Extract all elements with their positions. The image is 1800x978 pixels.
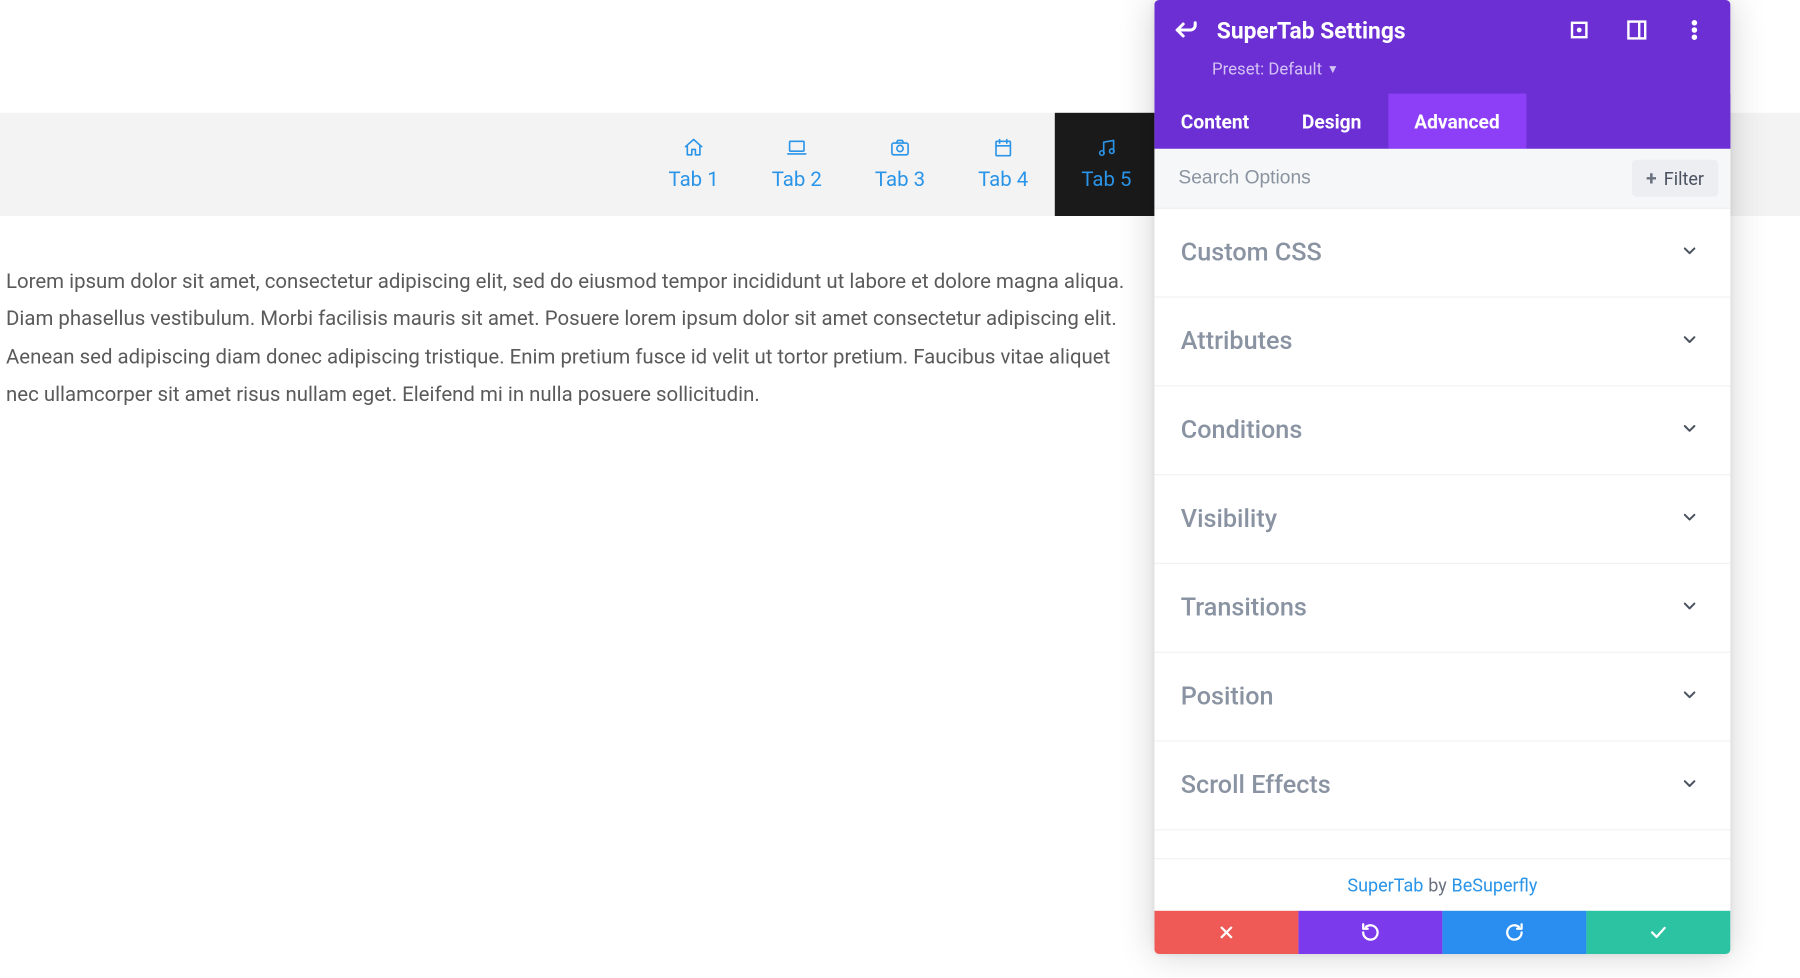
panel-header: SuperTab Settings Preset: Default ▼ Cont… (1154, 0, 1730, 149)
settings-panel: SuperTab Settings Preset: Default ▼ Cont… (1154, 0, 1730, 954)
section-label: Transitions (1181, 593, 1307, 622)
plus-icon: + (1646, 167, 1656, 190)
preset-label: Preset: Default (1212, 60, 1322, 79)
chevron-down-icon (1680, 685, 1699, 709)
filter-label: Filter (1664, 167, 1704, 189)
music-icon (1096, 137, 1118, 159)
section-label: Attributes (1181, 327, 1293, 356)
section-row[interactable]: Visibility (1154, 475, 1730, 564)
page-tab-label: Tab 1 (669, 168, 719, 192)
chevron-down-icon (1680, 329, 1699, 353)
back-button[interactable] (1171, 16, 1200, 45)
section-row[interactable]: Custom CSS (1154, 209, 1730, 298)
preset-dropdown[interactable]: Preset: Default ▼ (1154, 60, 1730, 94)
chevron-down-icon (1680, 241, 1699, 265)
section-row[interactable]: Scroll Effects (1154, 742, 1730, 831)
page-tab-3[interactable]: Tab 3 (848, 113, 951, 216)
chevron-down-icon (1680, 418, 1699, 442)
chevron-down-icon (1680, 507, 1699, 531)
home-icon (683, 137, 705, 159)
redo-button[interactable] (1442, 911, 1586, 954)
page-tab-label: Tab 2 (772, 168, 822, 192)
layout-icon[interactable] (1622, 16, 1651, 45)
tab-advanced[interactable]: Advanced (1388, 94, 1526, 149)
page-tab-label: Tab 5 (1081, 168, 1131, 192)
panel-tabs: Content Design Advanced (1154, 94, 1730, 149)
chevron-down-icon (1680, 596, 1699, 620)
cancel-button[interactable] (1154, 911, 1298, 954)
undo-button[interactable] (1298, 911, 1442, 954)
page-tab-5[interactable]: Tab 5 (1055, 113, 1158, 216)
credit-product-link[interactable]: SuperTab (1347, 874, 1423, 896)
more-menu-icon[interactable] (1680, 16, 1709, 45)
panel-footer-buttons (1154, 911, 1730, 954)
caret-down-icon: ▼ (1327, 63, 1339, 76)
sections-list[interactable]: Custom CSS Attributes Conditions Visibility… (1154, 209, 1730, 858)
save-button[interactable] (1586, 911, 1730, 954)
page-tab-label: Tab 4 (978, 168, 1028, 192)
tab-content[interactable]: Content (1154, 94, 1275, 149)
camera-icon (889, 137, 911, 159)
credit-author-link[interactable]: BeSuperfly (1452, 874, 1538, 896)
page-tab-1[interactable]: Tab 1 (642, 113, 745, 216)
page-tab-4[interactable]: Tab 4 (952, 113, 1055, 216)
panel-title: SuperTab Settings (1217, 16, 1536, 44)
page-tab-label: Tab 3 (875, 168, 925, 192)
search-row: + Filter (1154, 149, 1730, 209)
search-input[interactable] (1178, 149, 1619, 208)
section-label: Visibility (1181, 505, 1277, 534)
section-row[interactable]: Position (1154, 653, 1730, 742)
section-row[interactable]: Transitions (1154, 564, 1730, 653)
page-content-text: Lorem ipsum dolor sit amet, consectetur … (0, 216, 1152, 415)
chevron-down-icon (1680, 773, 1699, 797)
section-label: Conditions (1181, 416, 1303, 445)
section-label: Custom CSS (1181, 238, 1322, 267)
page-tab-2[interactable]: Tab 2 (745, 113, 848, 216)
expand-icon[interactable] (1565, 16, 1594, 45)
section-label: Scroll Effects (1181, 771, 1331, 800)
section-row[interactable]: Attributes (1154, 298, 1730, 387)
credit-by: by (1428, 874, 1447, 896)
calendar-icon (992, 137, 1014, 159)
laptop-icon (786, 137, 808, 159)
section-row[interactable]: Conditions (1154, 386, 1730, 475)
tab-design[interactable]: Design (1275, 94, 1387, 149)
filter-button[interactable]: + Filter (1632, 160, 1719, 197)
panel-credit: SuperTab by BeSuperfly (1154, 858, 1730, 911)
section-label: Position (1181, 682, 1274, 711)
